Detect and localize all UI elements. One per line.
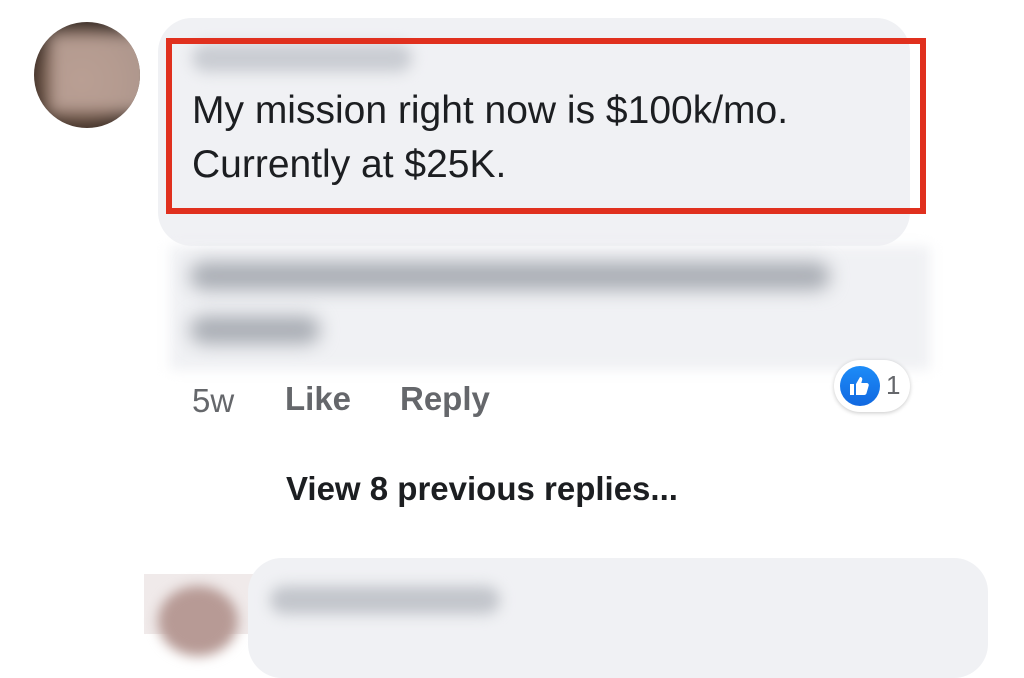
like-button[interactable]: Like xyxy=(285,380,351,418)
commenter-avatar[interactable] xyxy=(34,22,140,128)
redacted-text-line xyxy=(190,262,830,290)
reaction-summary[interactable]: 1 xyxy=(834,360,910,412)
reaction-count: 1 xyxy=(886,370,901,400)
highlight-annotation-box xyxy=(166,38,926,214)
view-previous-replies-link[interactable]: View 8 previous replies... xyxy=(286,470,678,508)
next-comment-bubble xyxy=(248,558,988,678)
next-commenter-avatar[interactable] xyxy=(158,586,238,656)
redacted-next-commenter-name xyxy=(270,586,500,614)
reply-button[interactable]: Reply xyxy=(400,380,490,418)
comment-timestamp[interactable]: 5w xyxy=(192,382,234,420)
avatar-blur-overlay xyxy=(48,32,140,114)
redacted-text-line xyxy=(190,316,320,344)
thumbs-up-icon xyxy=(840,366,880,406)
